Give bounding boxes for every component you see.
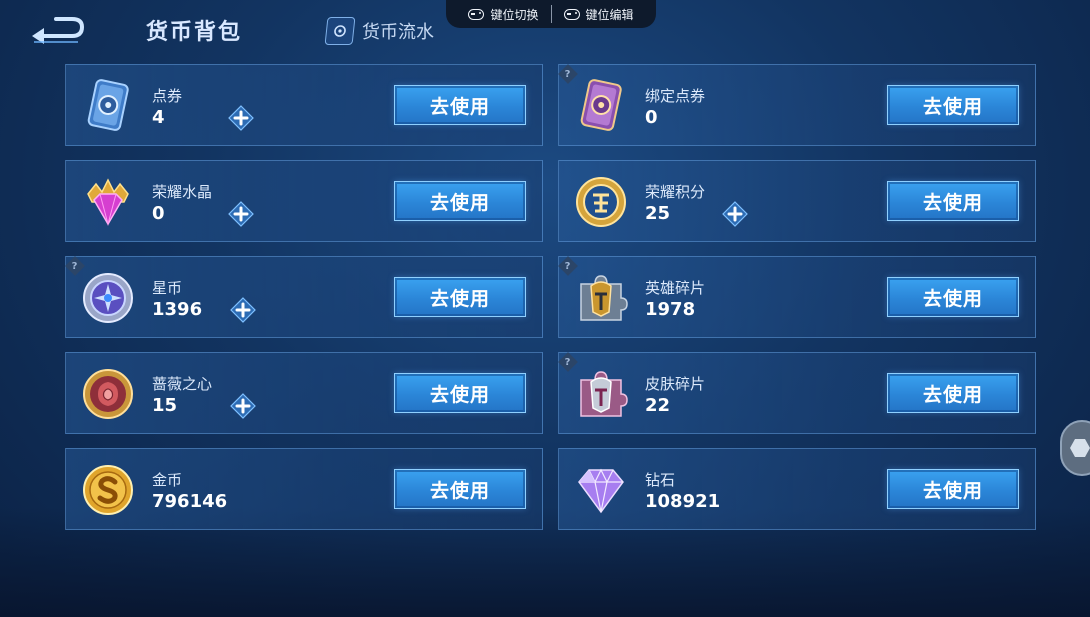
item-name: 蔷薇之心 bbox=[152, 375, 213, 393]
key-mapping-bar: 键位切换 键位编辑 bbox=[446, 0, 656, 28]
item-name: 荣耀积分 bbox=[645, 183, 706, 201]
page-title: 货币背包 bbox=[146, 20, 243, 45]
item-name: 金币 bbox=[152, 471, 183, 489]
plus-icon bbox=[228, 201, 254, 227]
item-name: 星币 bbox=[152, 279, 183, 297]
key-edit-button[interactable]: 键位编辑 bbox=[552, 6, 646, 23]
item-name: 钻石 bbox=[645, 471, 676, 489]
help-mark-text: ? bbox=[565, 68, 571, 80]
use-button[interactable]: 去使用 bbox=[887, 373, 1019, 413]
star-coin-icon bbox=[80, 270, 136, 326]
plus-icon bbox=[230, 393, 256, 419]
diamond-icon bbox=[573, 462, 629, 518]
floating-side-button[interactable] bbox=[1060, 420, 1090, 476]
key-switch-button[interactable]: 键位切换 bbox=[456, 6, 550, 23]
help-mark-text: ? bbox=[72, 260, 78, 272]
item-name: 英雄碎片 bbox=[645, 279, 706, 297]
glory-points-coin-icon bbox=[573, 174, 629, 230]
currency-card-diamond: 钻石 108921 去使用 bbox=[558, 448, 1036, 530]
hexagon-icon bbox=[1070, 439, 1090, 457]
use-button[interactable]: 去使用 bbox=[887, 277, 1019, 317]
item-name: 皮肤碎片 bbox=[645, 375, 706, 393]
item-name: 绑定点券 bbox=[645, 87, 706, 105]
item-count: 108921 bbox=[645, 491, 721, 512]
gamepad-icon bbox=[468, 8, 485, 20]
use-button[interactable]: 去使用 bbox=[394, 469, 526, 509]
currency-grid: 点券 4 去使用 ? 绑定点券 0 去使用 荣耀水晶 0 去使用 荣耀积分 25… bbox=[65, 64, 1036, 530]
tab-currency-flow-label: 货币流水 bbox=[362, 22, 434, 43]
coupon-card-blue-icon bbox=[80, 78, 136, 134]
item-count: 796146 bbox=[152, 491, 228, 512]
add-coupon-button[interactable] bbox=[228, 105, 254, 131]
item-count: 25 bbox=[645, 203, 671, 224]
tab-currency-flow[interactable]: 货币流水 bbox=[324, 16, 434, 46]
item-count: 22 bbox=[645, 395, 671, 416]
use-button[interactable]: 去使用 bbox=[887, 181, 1019, 221]
add-star-coin-button[interactable] bbox=[230, 297, 256, 323]
use-button[interactable]: 去使用 bbox=[887, 85, 1019, 125]
skin-fragment-icon bbox=[573, 366, 629, 422]
glory-crystal-icon bbox=[80, 174, 136, 230]
back-arrow-icon bbox=[32, 17, 85, 44]
item-count: 4 bbox=[152, 107, 165, 128]
item-count: 0 bbox=[152, 203, 165, 224]
add-glory-points-button[interactable] bbox=[722, 201, 748, 227]
currency-card-skin-fragment: ? 皮肤碎片 22 去使用 bbox=[558, 352, 1036, 434]
currency-card-glory-crystal: 荣耀水晶 0 去使用 bbox=[65, 160, 543, 242]
currency-card-glory-points: 荣耀积分 25 去使用 bbox=[558, 160, 1036, 242]
plus-icon bbox=[230, 297, 256, 323]
back-button[interactable] bbox=[28, 12, 88, 46]
bound-coupon-card-purple-icon bbox=[573, 78, 629, 134]
use-button[interactable]: 去使用 bbox=[394, 277, 526, 317]
help-mark-text: ? bbox=[565, 260, 571, 272]
item-count: 1396 bbox=[152, 299, 203, 320]
item-name: 荣耀水晶 bbox=[152, 183, 213, 201]
key-switch-label: 键位切换 bbox=[490, 7, 539, 22]
plus-icon bbox=[228, 105, 254, 131]
key-edit-label: 键位编辑 bbox=[585, 7, 634, 22]
currency-card-gold-coin: 金币 796146 去使用 bbox=[65, 448, 543, 530]
currency-card-coupon: 点券 4 去使用 bbox=[65, 64, 543, 146]
add-rose-heart-button[interactable] bbox=[230, 393, 256, 419]
rose-heart-icon bbox=[80, 366, 136, 422]
item-count: 1978 bbox=[645, 299, 696, 320]
coupon-tab-icon bbox=[324, 17, 356, 45]
item-name: 点券 bbox=[152, 87, 183, 105]
use-button[interactable]: 去使用 bbox=[394, 181, 526, 221]
gamepad-icon bbox=[563, 8, 580, 20]
help-mark-text: ? bbox=[565, 356, 571, 368]
gold-coin-icon bbox=[80, 462, 136, 518]
plus-icon bbox=[722, 201, 748, 227]
use-button[interactable]: 去使用 bbox=[887, 469, 1019, 509]
add-glory-crystal-button[interactable] bbox=[228, 201, 254, 227]
currency-card-rose-heart: 蔷薇之心 15 去使用 bbox=[65, 352, 543, 434]
use-button[interactable]: 去使用 bbox=[394, 373, 526, 413]
item-count: 0 bbox=[645, 107, 658, 128]
hero-fragment-icon bbox=[573, 270, 629, 326]
item-count: 15 bbox=[152, 395, 178, 416]
currency-card-star-coin: ? 星币 1396 去使用 bbox=[65, 256, 543, 338]
currency-card-hero-fragment: ? 英雄碎片 1978 去使用 bbox=[558, 256, 1036, 338]
use-button[interactable]: 去使用 bbox=[394, 85, 526, 125]
currency-card-bound-coupon: ? 绑定点券 0 去使用 bbox=[558, 64, 1036, 146]
